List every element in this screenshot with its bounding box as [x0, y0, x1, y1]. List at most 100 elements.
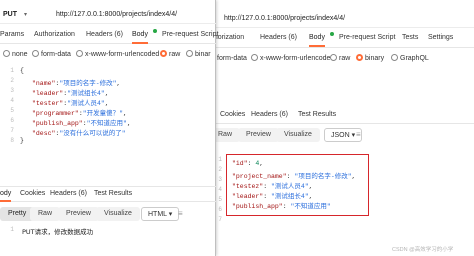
json-key: "publish_app" — [232, 203, 283, 210]
code-line-tester: "tester":"测试人员4", — [32, 100, 109, 107]
line-number: 2 — [10, 77, 14, 84]
right-tab-headers[interactable]: Headers (6) — [260, 34, 297, 46]
chevron-down-icon: ▾ — [351, 132, 356, 139]
json-value: "测试组长4" — [271, 193, 309, 200]
right-tab-settings[interactable]: Settings — [428, 34, 453, 46]
json-line-app: "publish_app": "不知道应用" — [232, 203, 331, 210]
json-value: "没有什么可以说的了" — [59, 130, 126, 137]
request-body-editor[interactable]: 1 2 3 4 5 6 7 8 { "name":"项目的名字-修改", "le… — [0, 65, 216, 185]
line-number: 5 — [10, 107, 14, 114]
background-postman-window: http://127.0.0.1:8000/projects/index4/4/… — [208, 0, 474, 256]
radio-urlencoded[interactable]: x-www-form-urlencoded — [251, 54, 334, 62]
left-preview-button[interactable]: Preview — [58, 207, 99, 221]
format-label: HTML — [148, 211, 167, 218]
line-number: 7 — [10, 127, 14, 134]
radio-label: binar — [195, 51, 211, 58]
left-tab-authorization[interactable]: Authorization — [34, 31, 75, 43]
right-url-input[interactable]: http://127.0.0.1:8000/projects/index4/4/ — [224, 15, 345, 22]
json-line-tester: "testez": "测试人员4", — [232, 183, 313, 190]
right-resp-tab-cookies[interactable]: Cookies — [220, 111, 245, 118]
right-body-type-row: form-data x-www-form-urlencoded raw bina… — [208, 50, 474, 66]
code-line-name: "name":"项目的名字-修改", — [32, 80, 121, 87]
code-brace-close: } — [20, 137, 24, 144]
right-resp-tab-headers[interactable]: Headers (6) — [251, 111, 288, 118]
radio-label: form-data — [217, 55, 247, 62]
right-tab-body[interactable]: Body — [309, 34, 325, 47]
left-url-row: PUT ▾ http://127.0.0.1:8000/projects/ind… — [0, 6, 216, 24]
line-number: 3 — [10, 87, 14, 94]
line-number: 6 — [10, 117, 14, 124]
json-key: "name" — [32, 80, 56, 87]
json-value: "项目的名字-修改" — [59, 80, 117, 87]
body-active-dot — [330, 32, 334, 36]
left-raw-button[interactable]: Raw — [30, 207, 61, 221]
json-value: "测试人员4" — [67, 100, 105, 107]
left-resp-tab-test-results[interactable]: Test Results — [94, 190, 132, 197]
left-request-tabs: Params Authorization Headers (6) Body Pr… — [0, 28, 218, 44]
left-tab-params[interactable]: Params — [0, 31, 24, 43]
json-key: "tester" — [32, 100, 64, 107]
wrap-icon[interactable]: ≡ — [178, 209, 183, 218]
radio-graphql[interactable]: GraphQL — [391, 54, 429, 62]
left-tab-body[interactable]: Body — [132, 31, 148, 44]
body-active-dot — [153, 29, 157, 33]
json-value: "项目的名字-修改" — [294, 173, 352, 180]
radio-label: raw — [339, 55, 351, 62]
right-preview-button[interactable]: Preview — [238, 128, 279, 142]
line-number: 1 — [10, 226, 14, 233]
json-key: "desc" — [32, 130, 56, 137]
left-view-toolbar: Pretty Raw Preview Visualize HTML ▾ ≡ — [0, 205, 216, 223]
radio-label: none — [12, 51, 28, 58]
radio-binary[interactable]: binar — [186, 50, 211, 58]
radio-binary[interactable]: binary — [356, 54, 384, 62]
left-resp-tab-cookies[interactable]: Cookies — [20, 190, 45, 197]
line-number: 4 — [10, 97, 14, 104]
radio-raw[interactable]: raw — [330, 54, 350, 62]
right-view-toolbar: Raw Preview Visualize JSON ▾ ≡ — [208, 126, 474, 144]
response-json-highlight: "id": 4, "project_name": "项目的名字-修改", "te… — [226, 154, 369, 216]
json-value: "测试组长4" — [67, 90, 105, 97]
json-line-project: "project_name": "项目的名字-修改", — [232, 173, 356, 180]
json-key: "project_name" — [232, 173, 287, 180]
json-key: "leader" — [232, 193, 264, 200]
right-response-tabs: Cookies Headers (6) Test Results — [208, 108, 474, 124]
response-body: 1 PUT请求，修改数据成功 — [0, 226, 216, 240]
radio-label: binary — [365, 55, 385, 62]
code-line-app: "publish_app":"不知道应用", — [32, 120, 131, 127]
line-number: 1 — [10, 67, 14, 74]
left-tab-prerequest[interactable]: Pre-request Script — [162, 31, 218, 43]
right-tab-tests[interactable]: Tests — [402, 34, 418, 46]
right-resp-tab-test-results[interactable]: Test Results — [298, 111, 336, 118]
foreground-postman-window: PUT ▾ http://127.0.0.1:8000/projects/ind… — [0, 0, 218, 256]
json-value: "测试人员4" — [271, 183, 309, 190]
json-value: "开发童傻？" — [82, 110, 124, 117]
left-visualize-button[interactable]: Visualize — [96, 207, 140, 221]
radio-label: x-www-form-urlencoded — [260, 55, 335, 62]
left-response-tabs: ody Cookies Headers (6) Test Results — [0, 186, 216, 202]
left-resp-tab-headers[interactable]: Headers (6) — [50, 190, 87, 197]
left-body-type-row: none form-data x-www-form-urlencoded raw… — [0, 46, 216, 62]
json-value: "不知道应用" — [86, 120, 127, 127]
response-text: PUT请求，修改数据成功 — [22, 228, 94, 236]
left-format-dropdown[interactable]: HTML ▾ — [141, 207, 180, 221]
format-label: JSON — [331, 132, 350, 139]
radio-raw[interactable]: raw — [160, 50, 180, 58]
radio-form-data[interactable]: form-data — [32, 50, 71, 58]
radio-none[interactable]: none — [3, 50, 28, 58]
line-number: 8 — [10, 137, 14, 144]
json-line-id: "id": 4, — [232, 160, 264, 167]
right-request-tabs: uthorization Headers (6) Body Pre-reques… — [208, 30, 474, 48]
method-dropdown[interactable]: PUT — [3, 11, 17, 18]
left-url-input[interactable]: http://127.0.0.1:8000/projects/index4/4/ — [56, 11, 177, 18]
left-resp-tab-body[interactable]: ody — [0, 190, 12, 202]
chevron-down-icon: ▾ — [168, 211, 173, 218]
wrap-icon[interactable]: ≡ — [356, 130, 361, 139]
method-chevron-icon[interactable]: ▾ — [24, 11, 27, 18]
right-tab-prerequest[interactable]: Pre-request Script — [339, 34, 395, 46]
radio-label: GraphQL — [400, 55, 429, 62]
right-visualize-button[interactable]: Visualize — [276, 128, 320, 142]
left-tab-headers[interactable]: Headers (6) — [86, 31, 123, 43]
radio-urlencoded[interactable]: x-www-form-urlencoded — [76, 50, 159, 58]
radio-label: form-data — [41, 51, 71, 58]
json-key: "programmer" — [32, 110, 79, 117]
